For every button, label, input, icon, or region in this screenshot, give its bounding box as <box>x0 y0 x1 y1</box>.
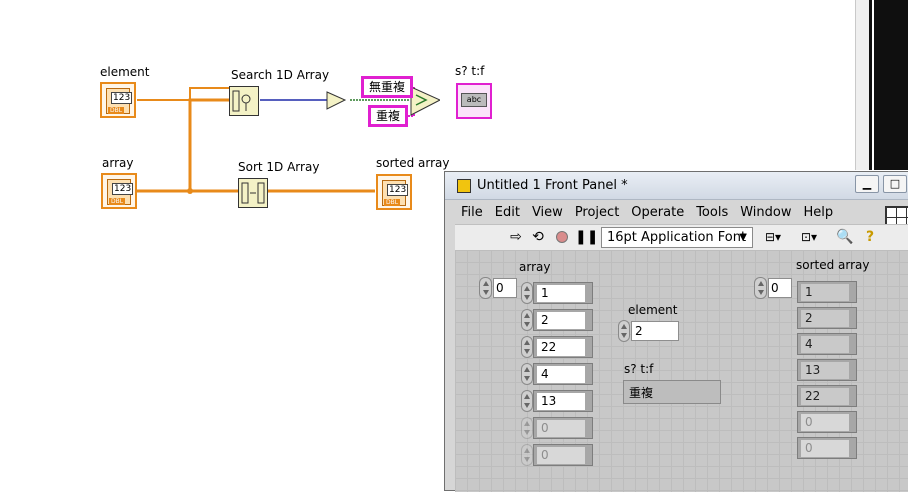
menu-file[interactable]: File <box>455 204 489 224</box>
const-duplicate[interactable]: 重複 <box>368 105 409 127</box>
menu-bar: File Edit View Project Operate Tools Win… <box>455 204 839 224</box>
array-element[interactable]: 1 <box>533 282 593 304</box>
sorted-element: 22 <box>797 385 857 407</box>
menu-project[interactable]: Project <box>569 204 625 224</box>
pause-icon[interactable]: ❚❚ <box>575 228 598 248</box>
wire-array-branch <box>188 98 229 191</box>
sort-node-label: Sort 1D Array <box>238 160 320 174</box>
index-spinner[interactable] <box>479 277 492 299</box>
panel-canvas: array 0 1 2 22 4 13 0 0 element 2 s? t:f… <box>455 250 908 492</box>
sorted-element: 4 <box>797 333 857 355</box>
result-indicator-terminal[interactable]: abc <box>456 83 492 119</box>
sorted-index-display[interactable]: 0 <box>754 277 794 299</box>
sort-icon <box>241 182 265 204</box>
array-element-empty[interactable]: 0 <box>533 444 593 466</box>
wire-junction <box>187 188 193 194</box>
menu-view[interactable]: View <box>526 204 569 224</box>
block-diagram: element 123 DBL array 123 DBL Search 1D … <box>0 0 492 300</box>
abort-icon[interactable] <box>553 228 571 248</box>
background-window-edge <box>869 0 908 170</box>
menu-operate[interactable]: Operate <box>625 204 690 224</box>
menu-edit[interactable]: Edit <box>489 204 526 224</box>
element-spinner[interactable] <box>521 444 533 466</box>
search-icon[interactable]: 🔍 <box>835 228 855 248</box>
element-control-label: element <box>628 303 678 317</box>
sorted-array-label: sorted array <box>376 156 450 170</box>
toolbar: ⇨ ⟲ ❚❚ 16pt Application Font ▼ ⊟▾ ⊡▾ 🔍 ? <box>455 224 908 250</box>
element-numeric[interactable]: 2 <box>631 321 679 341</box>
menu-window[interactable]: Window <box>734 204 797 224</box>
distribute-icon[interactable]: ⊡▾ <box>795 228 823 248</box>
element-spinner[interactable] <box>521 417 533 439</box>
search-icon <box>232 90 251 112</box>
front-panel-window: Untitled 1 Front Panel * ▁ □ File Edit V… <box>444 171 908 492</box>
element-spinner[interactable] <box>521 390 533 412</box>
result-label: s? t:f <box>455 64 485 78</box>
wire-element <box>137 87 229 101</box>
window-title: Untitled 1 Front Panel * <box>477 178 628 193</box>
search-1d-array-node[interactable] <box>229 86 259 116</box>
element-spinner[interactable] <box>521 282 533 304</box>
align-icon[interactable]: ⊟▾ <box>759 228 787 248</box>
sort-1d-array-node[interactable] <box>238 178 268 208</box>
array-index-display[interactable]: 0 <box>479 277 519 299</box>
array-control-label: array <box>519 260 551 274</box>
help-icon[interactable]: ? <box>863 228 877 248</box>
title-bar[interactable]: Untitled 1 Front Panel * ▁ □ <box>445 172 908 200</box>
menu-help[interactable]: Help <box>797 204 839 224</box>
element-spinner[interactable] <box>521 309 533 331</box>
index-spinner[interactable] <box>754 277 767 299</box>
array-element[interactable]: 2 <box>533 309 593 331</box>
labview-icon <box>457 179 471 193</box>
element-terminal[interactable]: 123 DBL <box>100 82 136 118</box>
menu-tools[interactable]: Tools <box>690 204 734 224</box>
sorted-element: 1 <box>797 281 857 303</box>
element-spinner[interactable] <box>521 336 533 358</box>
run-continuously-icon[interactable]: ⟲ <box>529 228 547 248</box>
background-window-scrollbar[interactable] <box>855 0 869 170</box>
element-numeric-spinner[interactable] <box>618 320 630 342</box>
background-window-edge-line <box>872 0 874 170</box>
array-element[interactable]: 4 <box>533 363 593 385</box>
sorted-element-empty: 0 <box>797 437 857 459</box>
search-node-label: Search 1D Array <box>231 68 330 82</box>
array-element[interactable]: 22 <box>533 336 593 358</box>
less-than-zero-node <box>326 91 347 110</box>
wires <box>137 86 440 194</box>
array-element[interactable]: 13 <box>533 390 593 412</box>
sorted-array-control-label: sorted array <box>796 258 870 272</box>
sorted-element-empty: 0 <box>797 411 857 433</box>
maximize-button[interactable]: □ <box>883 175 907 193</box>
sorted-element: 2 <box>797 307 857 329</box>
result-indicator-label: s? t:f <box>624 362 654 376</box>
const-no-duplicate[interactable]: 無重複 <box>361 76 414 98</box>
sorted-array-terminal[interactable]: 123 DBL <box>376 174 412 210</box>
element-label: element <box>100 65 150 79</box>
chevron-down-icon: ▼ <box>739 232 747 243</box>
array-terminal[interactable]: 123 DBL <box>101 173 137 209</box>
minimize-button[interactable]: ▁ <box>855 175 879 193</box>
array-label: array <box>102 156 134 170</box>
sorted-element: 13 <box>797 359 857 381</box>
array-element-empty[interactable]: 0 <box>533 417 593 439</box>
element-spinner[interactable] <box>521 363 533 385</box>
run-icon[interactable]: ⇨ <box>507 228 525 248</box>
font-select[interactable]: 16pt Application Font ▼ <box>601 227 753 248</box>
string-icon: abc <box>461 93 487 107</box>
result-string-indicator: 重複 <box>623 380 721 404</box>
